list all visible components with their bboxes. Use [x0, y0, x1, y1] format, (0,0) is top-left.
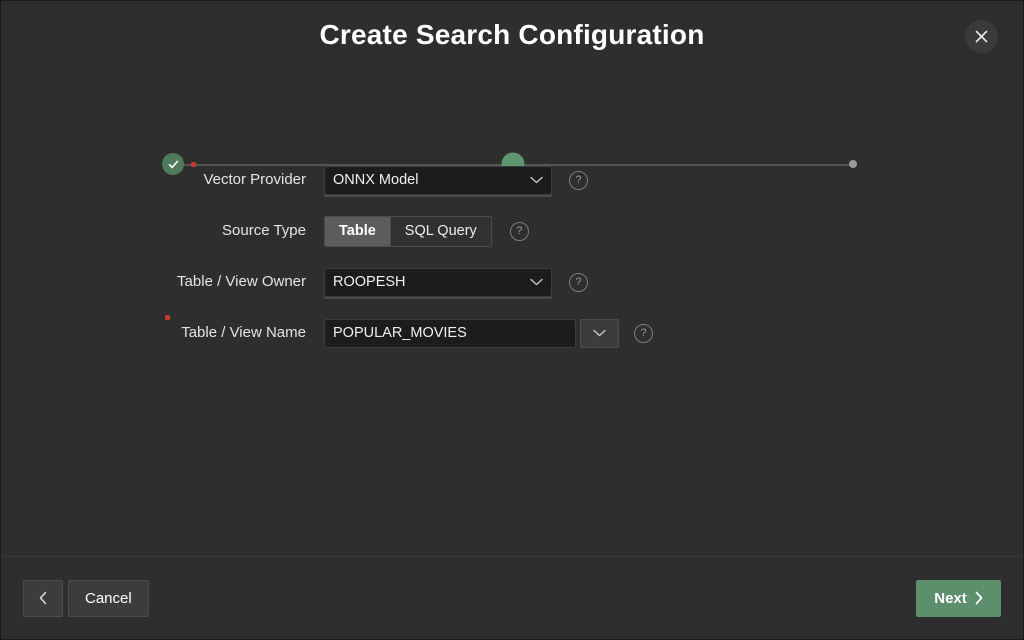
chevron-left-icon — [39, 591, 48, 605]
label-wrap-table-view-owner: Table / View Owner — [1, 273, 306, 291]
source-type-segmented-control: Table SQL Query — [324, 216, 492, 247]
field-label-table-view-name: Table / View Name — [181, 324, 306, 341]
label-wrap-vector-provider: Vector Provider — [1, 171, 306, 189]
field-area-table-view-name: ? — [324, 319, 653, 348]
table-view-owner-select[interactable]: ROOPESH — [324, 268, 552, 297]
field-area-vector-provider: ONNX Model ? — [324, 166, 588, 195]
back-button[interactable] — [23, 580, 63, 617]
chevron-down-icon — [530, 278, 543, 286]
field-row-table-view-name: Table / View Name ? — [1, 318, 653, 348]
field-area-table-view-owner: ROOPESH ? — [324, 268, 588, 297]
label-wrap-source-type: Source Type — [1, 222, 306, 240]
dialog-header: Create Search Configuration — [1, 1, 1023, 73]
wizard-stepper: Source — [1, 73, 1023, 143]
label-wrap-table-view-name: Table / View Name — [1, 324, 306, 342]
help-icon-table-view-name[interactable]: ? — [634, 324, 653, 343]
create-search-configuration-dialog: Create Search Configuration Source — [0, 0, 1024, 640]
vector-provider-value: ONNX Model — [333, 172, 418, 188]
close-button[interactable] — [965, 20, 998, 53]
required-marker — [165, 315, 170, 320]
dialog-title: Create Search Configuration — [1, 19, 1023, 51]
next-button-label: Next — [934, 590, 967, 607]
field-row-vector-provider: Vector Provider ONNX Model ? — [1, 165, 588, 195]
table-view-name-input[interactable] — [324, 319, 576, 348]
field-label-source-type: Source Type — [222, 222, 306, 239]
table-view-owner-value: ROOPESH — [333, 274, 406, 290]
help-icon-source-type[interactable]: ? — [510, 222, 529, 241]
chevron-right-icon — [974, 591, 983, 605]
source-type-option-sql-query[interactable]: SQL Query — [390, 217, 491, 246]
field-label-table-view-owner: Table / View Owner — [177, 273, 306, 290]
cancel-button[interactable]: Cancel — [68, 580, 149, 617]
field-area-source-type: Table SQL Query ? — [324, 216, 529, 247]
dialog-footer: Cancel Next — [1, 556, 1023, 639]
chevron-down-icon — [593, 329, 606, 337]
close-icon — [974, 29, 989, 44]
next-button[interactable]: Next — [916, 580, 1001, 617]
table-view-name-dropdown-button[interactable] — [580, 319, 619, 348]
source-form: Vector Provider ONNX Model ? Source Type… — [1, 143, 1023, 556]
source-type-option-table[interactable]: Table — [325, 217, 390, 246]
vector-provider-select[interactable]: ONNX Model — [324, 166, 552, 195]
required-marker — [191, 162, 196, 167]
help-icon-table-view-owner[interactable]: ? — [569, 273, 588, 292]
help-icon-vector-provider[interactable]: ? — [569, 171, 588, 190]
field-row-source-type: Source Type Table SQL Query ? — [1, 216, 529, 246]
chevron-down-icon — [530, 176, 543, 184]
field-label-vector-provider: Vector Provider — [203, 171, 306, 188]
field-row-table-view-owner: Table / View Owner ROOPESH ? — [1, 267, 588, 297]
